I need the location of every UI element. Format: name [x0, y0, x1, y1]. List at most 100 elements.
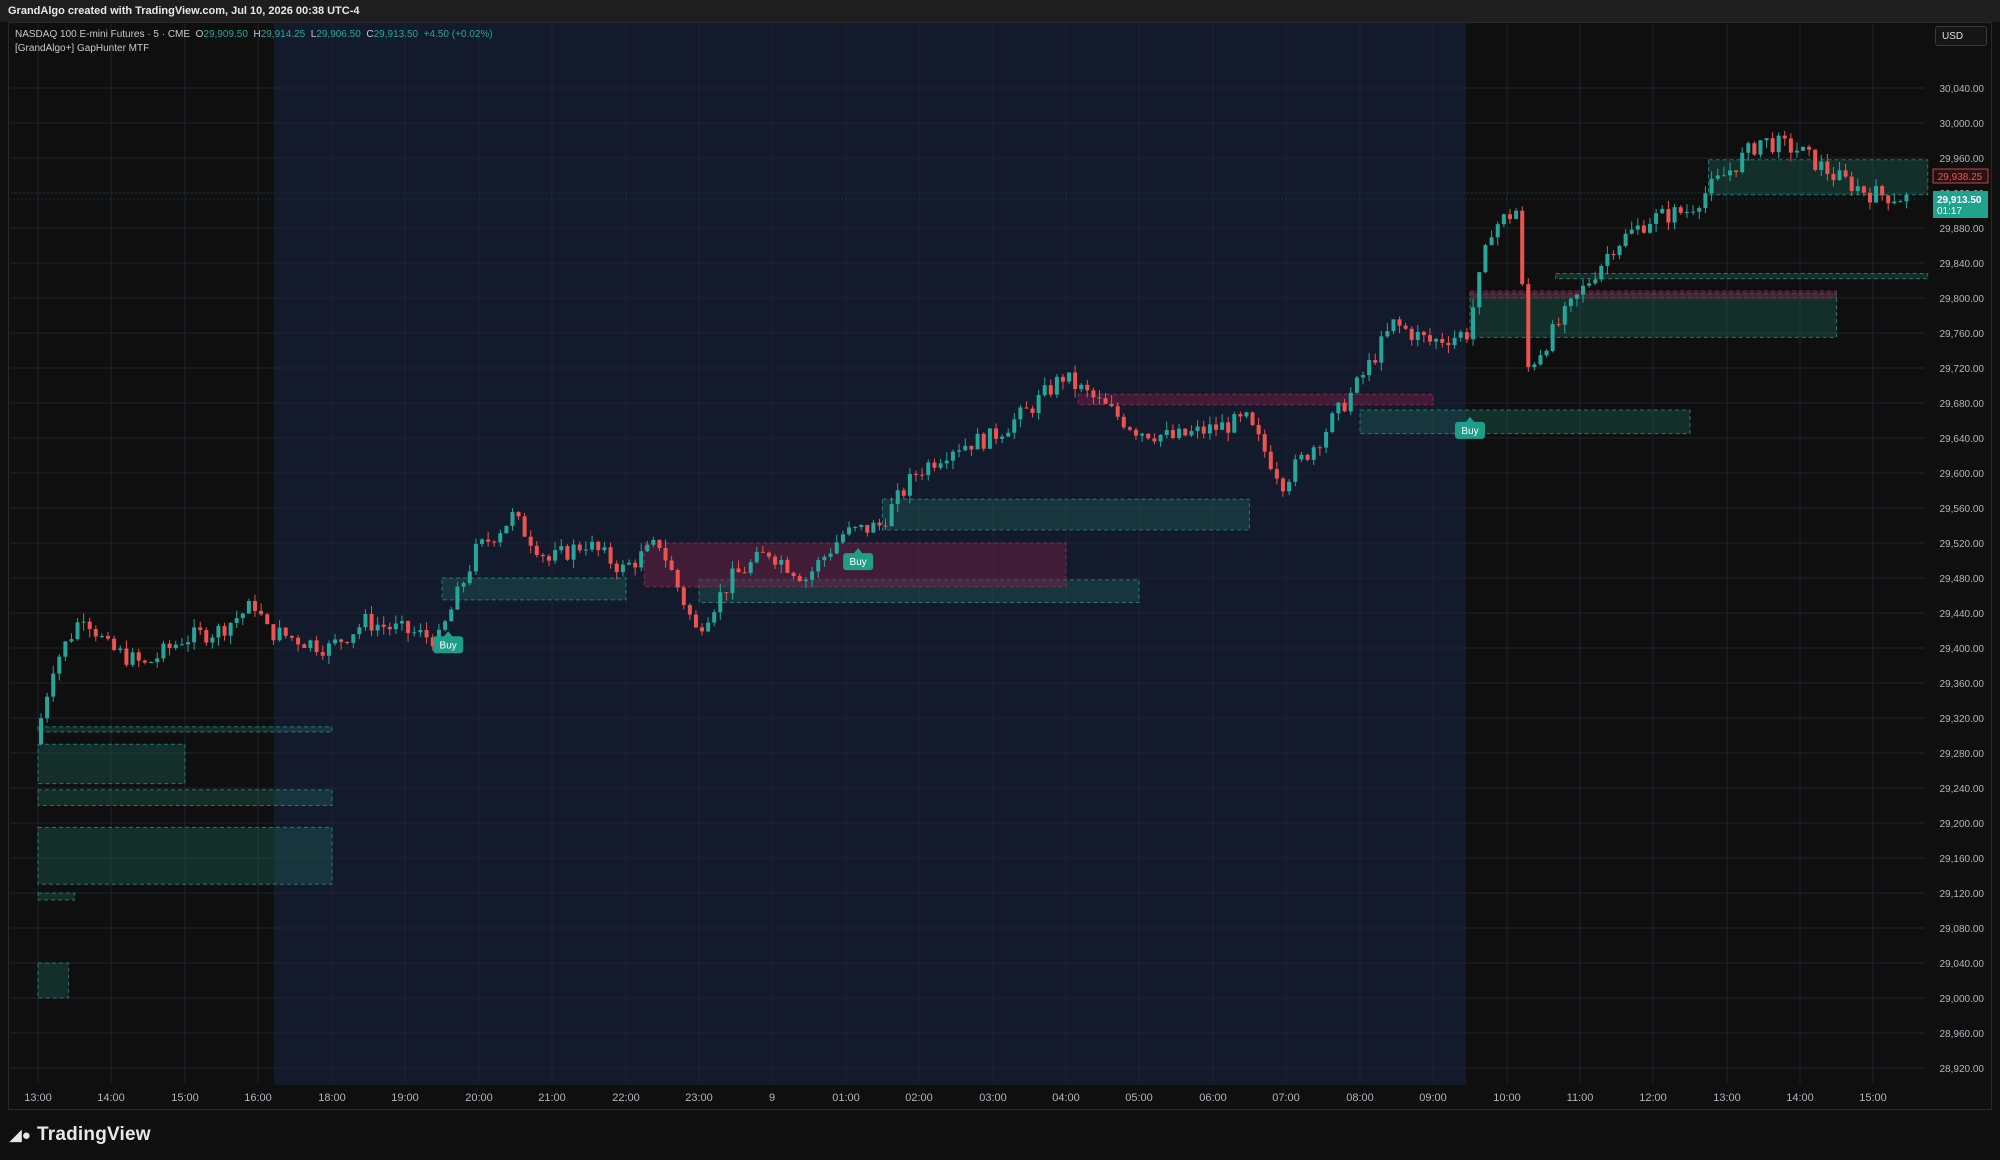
candle-down: [608, 547, 613, 564]
candle-down: [577, 544, 582, 551]
candle-up: [240, 613, 245, 619]
candle-up: [1660, 209, 1665, 214]
candle-down: [1464, 332, 1469, 340]
candle-up: [1898, 201, 1903, 203]
candle-up: [1684, 211, 1689, 213]
candle-down: [1446, 342, 1451, 346]
candle-up: [1691, 211, 1696, 213]
last-price-label: 29,913.50: [1937, 195, 1982, 206]
candle-up: [1629, 229, 1634, 234]
tradingview-logo[interactable]: ◢● TradingView: [10, 1124, 151, 1146]
candle-up: [1874, 186, 1879, 203]
candle-up: [1819, 161, 1824, 170]
candle-up: [57, 656, 62, 674]
candle-up: [1189, 430, 1194, 436]
candle-down: [1678, 207, 1683, 213]
candle-down: [1152, 438, 1157, 442]
candle-down: [1770, 138, 1775, 153]
candle-down: [198, 627, 203, 631]
candle-down: [877, 522, 882, 526]
price-axis-label: 29,960.00: [1940, 154, 1985, 165]
candle-down: [1091, 390, 1096, 398]
price-axis-label: 29,480.00: [1940, 574, 1985, 585]
candle-up: [1635, 225, 1640, 230]
candle-down: [791, 572, 796, 577]
candle-up: [1379, 336, 1384, 363]
price-axis-label: 29,600.00: [1940, 469, 1985, 480]
candle-down: [1886, 195, 1891, 204]
candle-up: [1330, 413, 1335, 433]
candle-down: [87, 621, 92, 630]
candle-up: [1587, 283, 1592, 286]
candle-up: [99, 635, 104, 637]
candle-up: [1452, 337, 1457, 346]
time-axis-label: 14:00: [1786, 1092, 1814, 1104]
candle-up: [1158, 434, 1163, 442]
candle-up: [620, 564, 625, 573]
candle-down: [1048, 385, 1053, 395]
candle-up: [192, 627, 197, 643]
candle-up: [1177, 428, 1182, 438]
candle-up: [1293, 459, 1298, 482]
candle-up: [228, 622, 233, 636]
candle-up: [583, 549, 588, 551]
candle-down: [1427, 335, 1432, 342]
candle-down: [785, 559, 790, 573]
time-axis-label: 20:00: [465, 1092, 493, 1104]
currency-button[interactable]: USD: [1935, 26, 1987, 46]
candle-down: [1024, 407, 1029, 409]
candle-down: [1262, 434, 1267, 452]
price-axis-label: 28,920.00: [1940, 1064, 1985, 1075]
time-axis-label: 16:00: [244, 1092, 272, 1104]
candle-up: [1764, 138, 1769, 141]
candle-up: [461, 583, 466, 587]
candle-up: [1794, 150, 1799, 153]
candle-down: [1880, 186, 1885, 196]
candle-down: [766, 552, 771, 557]
candle-up: [1728, 170, 1733, 176]
candle-up: [1593, 279, 1598, 284]
candle-up: [443, 621, 448, 630]
candle-down: [540, 554, 545, 557]
candle-down: [1831, 174, 1836, 181]
candle-down: [522, 516, 527, 537]
bearish-gap-zone: [1469, 290, 1837, 299]
candle-up: [308, 640, 313, 648]
candle-up: [957, 450, 962, 452]
candle-up: [1617, 245, 1622, 255]
candle-up: [118, 648, 123, 651]
symbol-legend[interactable]: NASDAQ 100 E-mini Futures · 5 · CME O29,…: [15, 29, 493, 40]
candle-down: [1409, 328, 1414, 340]
price-axis[interactable]: 30,040.0030,000.0029,960.0029,920.0029,8…: [1940, 84, 1985, 1075]
candle-down: [1115, 406, 1120, 417]
candle-up: [161, 643, 166, 659]
indicator-legend[interactable]: [GrandAlgo+] GapHunter MTF: [15, 43, 149, 54]
time-axis-label: 07:00: [1272, 1092, 1300, 1104]
time-axis-label: 11:00: [1567, 1092, 1594, 1104]
price-axis-label: 30,040.00: [1940, 84, 1985, 95]
candle-up: [1244, 412, 1249, 417]
candle-down: [981, 433, 986, 449]
candle-up: [357, 627, 362, 635]
candle-down: [1507, 214, 1512, 219]
candle-down: [1807, 146, 1812, 150]
price-chart[interactable]: Buy Buy Buy 30,040.00 30,000.00 29,960.00 29,…: [0, 0, 2000, 1110]
price-axis-label: 29,560.00: [1940, 504, 1985, 515]
candle-down: [1305, 454, 1310, 460]
candle-down: [1256, 424, 1261, 435]
time-axis-label: 15:00: [1859, 1092, 1887, 1104]
candle-down: [913, 473, 918, 475]
time-axis[interactable]: 13:00 14:00 15:00 16:00 18:00 19:00 20:00 21:00…: [24, 1092, 1887, 1104]
candle-up: [840, 534, 845, 543]
candle-down: [1127, 427, 1132, 430]
candle-up: [853, 526, 858, 528]
candle-down: [1520, 210, 1525, 285]
candle-down: [1556, 324, 1561, 326]
price-axis-label: 29,760.00: [1940, 329, 1985, 340]
candle-up: [418, 630, 423, 633]
candle-down: [969, 445, 974, 450]
candle-down: [700, 627, 705, 632]
symbol-name[interactable]: NASDAQ 100 E-mini Futures · 5 · CME: [15, 29, 190, 40]
candle-up: [1672, 207, 1677, 223]
bullish-gap-zone: [1359, 409, 1691, 435]
